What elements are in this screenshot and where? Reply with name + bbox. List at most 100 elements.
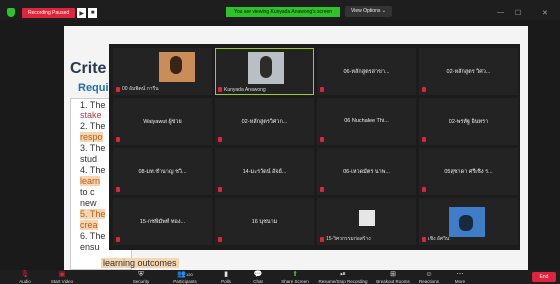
- participant-gallery: 00 อัมพิคน์ การีน Kunyada Anawong 06-หลั…: [109, 44, 520, 250]
- participant-name: 06-เหวดมัตร นาพ...: [343, 169, 390, 175]
- mic-muted-icon: [422, 87, 426, 92]
- slide-line: learn: [80, 176, 101, 186]
- polls-button[interactable]: ▮ Polls: [216, 271, 236, 284]
- mic-muted-icon: [116, 187, 120, 192]
- share-screen-button[interactable]: ⬆ Share Screen: [280, 271, 310, 284]
- slide-outcomes-text: learning outcomes: [101, 258, 179, 268]
- slide-subtitle: Requir: [78, 82, 113, 94]
- mic-muted-icon: [320, 237, 324, 242]
- participant-tile[interactable]: 06-เหวดมัตร นาพ...: [317, 148, 416, 195]
- participant-tile[interactable]: 05สุชาดา ศรีเชิง ร...: [419, 148, 518, 195]
- participant-video: [449, 207, 485, 237]
- slide-line: 2. The: [80, 121, 106, 131]
- slide-line: 5. The: [80, 209, 106, 219]
- start-video-button[interactable]: ▣ Start Video: [48, 271, 76, 284]
- slide-line: crea: [80, 220, 98, 230]
- slide-line: ensu: [80, 242, 100, 252]
- participant-name: 06-หลักสูตรสาขา...: [343, 69, 390, 75]
- mic-muted-icon: [116, 237, 120, 242]
- breakout-icon: ⊞: [390, 271, 396, 278]
- slide-line: respo: [80, 132, 103, 142]
- participants-icon: 👥120: [177, 271, 193, 278]
- participant-tile[interactable]: 02-พรหัฐ อินทรา: [419, 98, 518, 145]
- shield-icon[interactable]: [7, 8, 15, 17]
- participant-tile[interactable]: 00 อัมพิคน์ การีน: [113, 48, 212, 95]
- mic-muted-icon: [320, 137, 324, 142]
- mic-icon: 🎙: [20, 271, 30, 278]
- view-options-button[interactable]: View Options ⌄: [345, 6, 392, 17]
- mic-muted-icon: [422, 137, 426, 142]
- meeting-toolbar: 🎙 Audio ▣ Start Video ⛨ Security 👥120 Partic…: [0, 270, 560, 284]
- mic-muted-icon: [218, 87, 222, 92]
- slide-line: to c: [80, 187, 95, 197]
- recording-status: Recording Paused ▶ ■: [22, 8, 98, 18]
- close-icon[interactable]: ✕: [542, 9, 548, 17]
- polls-icon: ▮: [224, 271, 228, 278]
- mic-muted-icon: [320, 87, 324, 92]
- participant-tile[interactable]: 15-วิศวกรรมก่อสร้าง: [317, 198, 416, 245]
- mic-muted-icon: [116, 137, 120, 142]
- participant-tile[interactable]: เชิง อัศวิน: [419, 198, 518, 245]
- security-button[interactable]: ⛨ Security: [128, 271, 154, 284]
- slide-line: new: [80, 198, 97, 208]
- maximize-icon[interactable]: ☐: [515, 9, 521, 17]
- mic-muted-icon: [422, 187, 426, 192]
- participant-label: 00 อัมพิคน์ การีน: [122, 86, 159, 92]
- reactions-icon: ☺: [425, 271, 433, 278]
- shield-icon: ⛨: [138, 271, 144, 278]
- chat-button[interactable]: 💬 Chat: [248, 271, 268, 284]
- slide-line: stud: [80, 154, 98, 164]
- participant-tile[interactable]: 16 นุชนาม: [215, 198, 314, 245]
- mic-muted-icon: [320, 187, 324, 192]
- slide-line: 4. The: [80, 165, 106, 175]
- mic-muted-icon: [116, 87, 120, 92]
- mic-muted-icon: [218, 187, 222, 192]
- record-icon: ⏯: [340, 271, 346, 278]
- participant-label: เชิง อัศวิน: [428, 236, 450, 242]
- participant-tile[interactable]: 06-หลักสูตรสาขา...: [317, 48, 416, 95]
- stop-icon[interactable]: ■: [88, 8, 98, 18]
- minimize-icon[interactable]: —: [497, 9, 504, 16]
- participant-name: 05สุชาดา ศรีเชิง ร...: [444, 169, 493, 175]
- participant-video: [248, 52, 284, 84]
- participant-tile[interactable]: 15-กชพิมัพท์ ทอง...: [113, 198, 212, 245]
- participant-name: 02-หลักสูตรวิศวก...: [241, 119, 288, 125]
- participant-tile[interactable]: 02-หลักสูตร วิศว...: [419, 48, 518, 95]
- participant-video: [159, 52, 195, 82]
- participant-tile[interactable]: 06 Nuchalee Thi...: [317, 98, 416, 145]
- participant-tile[interactable]: 08-มท.ชำนาญ ชวิ...: [113, 148, 212, 195]
- participant-name: 02-หลักสูตร วิศว...: [446, 69, 491, 75]
- audio-button[interactable]: 🎙 Audio: [14, 271, 36, 284]
- recording-label: Recording Paused: [22, 8, 76, 18]
- participants-button[interactable]: 👥120 Participants: [168, 271, 202, 284]
- participant-name: 06 Nuchalee Thi...: [344, 118, 389, 124]
- participant-name: 15-กชพิมัพท์ ทอง...: [139, 219, 186, 225]
- participant-name: 08-มท.ชำนาญ ชวิ...: [138, 169, 187, 175]
- reactions-button[interactable]: ☺ Reactions: [416, 271, 442, 284]
- mic-muted-icon: [218, 137, 222, 142]
- participant-tile-active[interactable]: Kunyada Anawong: [215, 48, 314, 95]
- participant-tile[interactable]: Waiyawut ผู้ช่วย: [113, 98, 212, 145]
- video-icon: ▣: [58, 271, 66, 278]
- chat-icon: 💬: [253, 271, 263, 278]
- slide-line: 1. The: [80, 100, 106, 110]
- share-screen-icon: ⬆: [292, 271, 298, 278]
- participant-tile[interactable]: 02-หลักสูตรวิศวก...: [215, 98, 314, 145]
- slide-line: 3. The: [80, 143, 106, 153]
- breakout-rooms-button[interactable]: ⊞ Breakout Rooms: [374, 271, 412, 284]
- participant-label: Kunyada Anawong: [224, 87, 266, 93]
- top-bar: Recording Paused ▶ ■ You are viewing Kun…: [0, 0, 560, 20]
- participant-name: 16 นุชนาม: [251, 219, 278, 225]
- play-icon[interactable]: ▶: [77, 8, 87, 18]
- mic-muted-icon: [218, 237, 222, 242]
- slide-title: Crite: [70, 60, 107, 77]
- participant-label: 15-วิศวกรรมก่อสร้าง: [326, 236, 371, 242]
- recording-button[interactable]: ⏯ Resume/Stop Recording: [316, 271, 370, 284]
- participant-avatar: [359, 210, 375, 226]
- more-icon: ⋯: [456, 271, 464, 278]
- participant-name: 02-พรหัฐ อินทรา: [448, 119, 489, 125]
- participant-tile[interactable]: 14-มะรวัดน์ อัจย์...: [215, 148, 314, 195]
- end-button[interactable]: End: [532, 272, 556, 282]
- slide-line: 6. The: [80, 231, 106, 241]
- more-button[interactable]: ⋯ More: [450, 271, 470, 284]
